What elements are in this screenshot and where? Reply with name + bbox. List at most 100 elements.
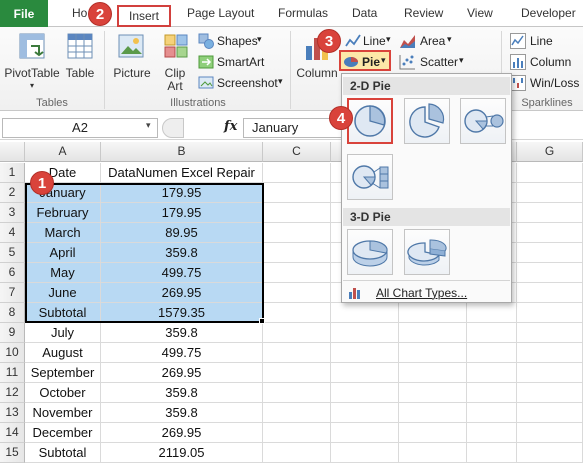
row-header[interactable]: 14: [0, 423, 25, 443]
tab-insert[interactable]: Insert: [117, 5, 171, 27]
cell-g[interactable]: [517, 403, 583, 423]
cell-a[interactable]: August: [25, 343, 101, 363]
cell-g[interactable]: [517, 343, 583, 363]
row-header[interactable]: 11: [0, 363, 25, 383]
row-header[interactable]: 13: [0, 403, 25, 423]
cell-c[interactable]: [263, 263, 331, 283]
cell-f[interactable]: [467, 323, 517, 343]
cell-a[interactable]: October: [25, 383, 101, 403]
cell-c[interactable]: [263, 283, 331, 303]
cell-d[interactable]: [331, 343, 399, 363]
cell-e[interactable]: [399, 303, 467, 323]
cell-e[interactable]: [399, 363, 467, 383]
cell-b[interactable]: 359.8: [101, 403, 263, 423]
pie-2d-exploded-option[interactable]: [404, 98, 450, 144]
cell-b[interactable]: 359.8: [101, 323, 263, 343]
row-header[interactable]: 7: [0, 283, 25, 303]
cell-f[interactable]: [467, 343, 517, 363]
cell-e[interactable]: [399, 443, 467, 463]
tab-review[interactable]: Review: [404, 6, 443, 20]
cell-d[interactable]: [331, 443, 399, 463]
row-header[interactable]: 15: [0, 443, 25, 463]
row-header[interactable]: 1: [0, 163, 25, 183]
cell-d[interactable]: [331, 423, 399, 443]
tab-formulas[interactable]: Formulas: [278, 6, 328, 20]
row-header[interactable]: 10: [0, 343, 25, 363]
pie-of-pie-option[interactable]: [460, 98, 506, 144]
cell-c[interactable]: [263, 423, 331, 443]
cell-e[interactable]: [399, 383, 467, 403]
tab-file[interactable]: File: [0, 0, 48, 27]
column-header-a[interactable]: A: [25, 142, 101, 162]
cell-f[interactable]: [467, 423, 517, 443]
cell-e[interactable]: [399, 403, 467, 423]
row-header[interactable]: 12: [0, 383, 25, 403]
cell-a[interactable]: July: [25, 323, 101, 343]
cell-b[interactable]: 2119.05: [101, 443, 263, 463]
cell-b[interactable]: 269.95: [101, 363, 263, 383]
tab-home[interactable]: Ho: [72, 6, 87, 20]
cell-b[interactable]: DataNumen Excel Repair: [101, 163, 263, 183]
name-box[interactable]: A2: [2, 118, 158, 138]
cell-g[interactable]: [517, 163, 583, 183]
cell-f[interactable]: [467, 303, 517, 323]
tab-view[interactable]: View: [467, 6, 493, 20]
cell-c[interactable]: [263, 183, 331, 203]
row-header[interactable]: 5: [0, 243, 25, 263]
cell-c[interactable]: [263, 363, 331, 383]
row-header[interactable]: 8: [0, 303, 25, 323]
select-all-corner[interactable]: [0, 142, 25, 162]
cell-f[interactable]: [467, 363, 517, 383]
column-header-g[interactable]: G: [517, 142, 583, 162]
cell-g[interactable]: [517, 203, 583, 223]
cell-b[interactable]: 499.75: [101, 343, 263, 363]
cell-g[interactable]: [517, 363, 583, 383]
cell-c[interactable]: [263, 323, 331, 343]
cell-d[interactable]: [331, 383, 399, 403]
cell-c[interactable]: [263, 203, 331, 223]
cell-e[interactable]: [399, 323, 467, 343]
cell-a[interactable]: September: [25, 363, 101, 383]
cell-g[interactable]: [517, 383, 583, 403]
column-header-b[interactable]: B: [101, 142, 263, 162]
cell-a[interactable]: December: [25, 423, 101, 443]
cell-c[interactable]: [263, 343, 331, 363]
cell-d[interactable]: [331, 363, 399, 383]
cell-g[interactable]: [517, 183, 583, 203]
fill-handle[interactable]: [259, 318, 265, 324]
pie-3d-exploded-option[interactable]: [404, 229, 450, 275]
row-header[interactable]: 6: [0, 263, 25, 283]
cell-g[interactable]: [517, 283, 583, 303]
cell-c[interactable]: [263, 443, 331, 463]
cell-a[interactable]: November: [25, 403, 101, 423]
cell-d[interactable]: [331, 323, 399, 343]
column-header-c[interactable]: C: [263, 142, 331, 162]
chevron-down-icon[interactable]: ▾: [146, 120, 151, 131]
cell-g[interactable]: [517, 303, 583, 323]
cell-e[interactable]: [399, 423, 467, 443]
row-header[interactable]: 2: [0, 183, 25, 203]
row-header[interactable]: 9: [0, 323, 25, 343]
cell-g[interactable]: [517, 263, 583, 283]
row-header[interactable]: 4: [0, 223, 25, 243]
tab-page-layout[interactable]: Page Layout: [187, 6, 254, 20]
cell-g[interactable]: [517, 323, 583, 343]
cell-g[interactable]: [517, 223, 583, 243]
formula-bar-resize-handle[interactable]: [162, 118, 184, 138]
cell-a[interactable]: Subtotal: [25, 443, 101, 463]
cell-c[interactable]: [263, 403, 331, 423]
cell-c[interactable]: [263, 223, 331, 243]
cell-d[interactable]: [331, 403, 399, 423]
cell-c[interactable]: [263, 303, 331, 323]
tab-developer[interactable]: Developer: [521, 6, 576, 20]
pie-2d-basic-option[interactable]: [347, 98, 393, 144]
cell-g[interactable]: [517, 423, 583, 443]
cell-g[interactable]: [517, 243, 583, 263]
bar-of-pie-option[interactable]: [347, 154, 393, 200]
fx-icon[interactable]: fx: [224, 119, 237, 134]
cell-c[interactable]: [263, 383, 331, 403]
cell-b[interactable]: 269.95: [101, 423, 263, 443]
cell-c[interactable]: [263, 163, 331, 183]
cell-b[interactable]: 359.8: [101, 383, 263, 403]
cell-d[interactable]: [331, 303, 399, 323]
